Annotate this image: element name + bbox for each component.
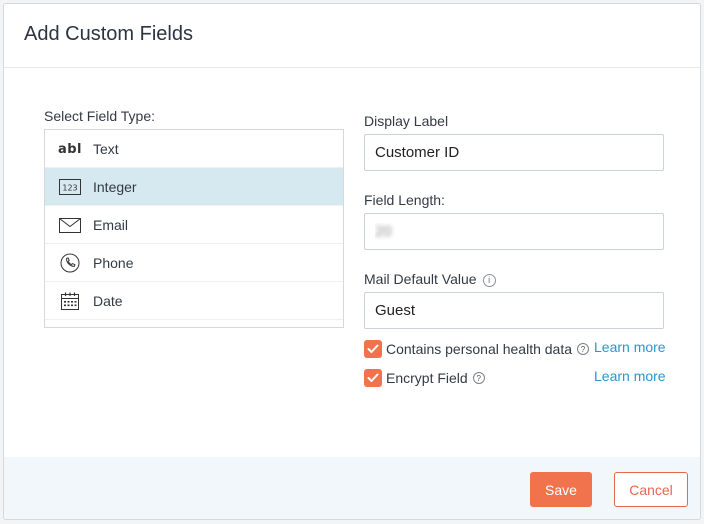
envelope-icon [57,206,83,244]
field-type-label-text: Text [93,140,119,157]
add-custom-fields-dialog: Add Custom Fields Select Field Type: abl… [3,3,701,520]
text-abl-icon: abl [57,141,83,157]
phone-icon [57,244,83,282]
field-type-integer[interactable]: 123 Integer [45,168,343,206]
field-type-label-integer: Integer [93,178,137,195]
svg-text:123: 123 [62,184,77,193]
encrypt-checkbox[interactable] [364,369,382,387]
field-type-email[interactable]: Email [45,206,343,244]
help-icon[interactable]: ? [577,343,590,355]
checkmark-icon [367,373,379,382]
field-type-label-phone: Phone [93,254,134,271]
info-icon[interactable]: i [482,273,496,287]
encrypt-learn-more-link[interactable]: Learn more [594,368,666,384]
mail-default-input[interactable] [364,292,664,329]
field-type-label-email: Email [93,216,129,233]
display-label-label: Display Label [364,113,449,129]
health-data-checkbox[interactable] [364,340,382,358]
integer-123-icon: 123 [57,168,83,206]
health-data-option: Contains personal health data ? [364,340,590,358]
field-type-date[interactable]: Date [45,282,343,320]
field-type-list[interactable]: abl Text 123 Integer Email Phone Date [44,129,344,328]
mail-default-label-text: Mail Default Value [364,271,477,287]
checkmark-icon [367,344,379,353]
health-data-learn-more-link[interactable]: Learn more [594,339,666,355]
field-type-label: Select Field Type: [44,108,156,124]
help-icon[interactable]: ? [472,372,485,384]
dialog-title: Add Custom Fields [24,23,193,45]
encrypt-option: Encrypt Field ? [364,369,485,387]
health-data-label: Contains personal health data [386,341,573,357]
field-type-text[interactable]: abl Text [45,130,343,168]
field-type-label-date: Date [93,292,123,309]
field-type-phone[interactable]: Phone [45,244,343,282]
display-label-input[interactable] [364,134,664,171]
mail-default-label: Mail Default Value i [364,271,496,287]
field-length-label: Field Length: [364,192,445,208]
save-button[interactable]: Save [530,472,592,507]
cancel-button[interactable]: Cancel [614,472,688,507]
dialog-footer: Save Cancel [4,457,700,519]
dialog-header: Add Custom Fields [4,4,700,68]
field-length-input[interactable] [364,213,664,250]
calendar-icon [57,282,83,320]
encrypt-label: Encrypt Field [386,370,468,386]
